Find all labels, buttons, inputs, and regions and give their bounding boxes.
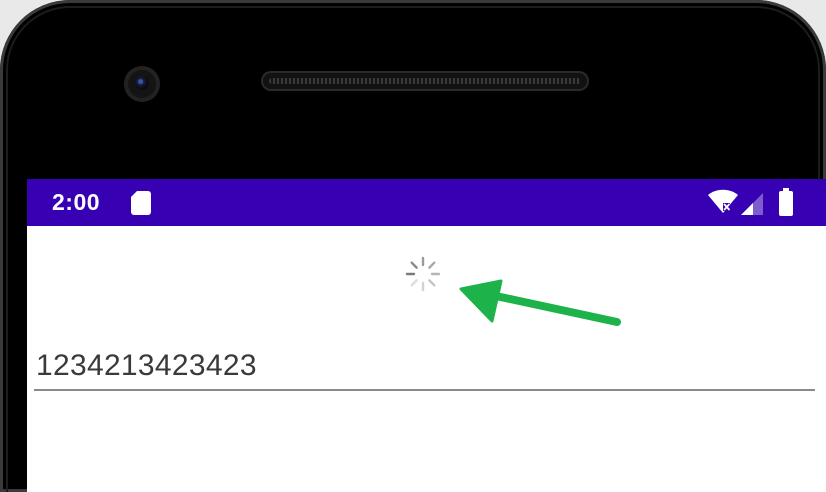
camera-lens <box>135 76 149 90</box>
status-bar: 2:00 <box>27 179 826 226</box>
battery-full-icon <box>779 188 793 216</box>
wifi-no-internet-icon <box>708 189 738 213</box>
phone-device-frame: 2:00 1234213423423 <box>0 0 826 492</box>
status-time: 2:00 <box>52 189 101 215</box>
number-text-field[interactable]: 1234213423423 <box>34 341 815 391</box>
annotation-arrow-icon <box>459 279 621 326</box>
loading-spinner-icon <box>405 256 441 292</box>
speaker-grill <box>269 78 581 84</box>
sim-card-icon <box>131 191 151 215</box>
front-camera <box>124 66 160 102</box>
device-screen: 2:00 1234213423423 <box>27 179 826 492</box>
earpiece-speaker <box>261 71 589 91</box>
cell-signal-icon <box>741 193 763 215</box>
text-field-value: 1234213423423 <box>36 349 257 382</box>
